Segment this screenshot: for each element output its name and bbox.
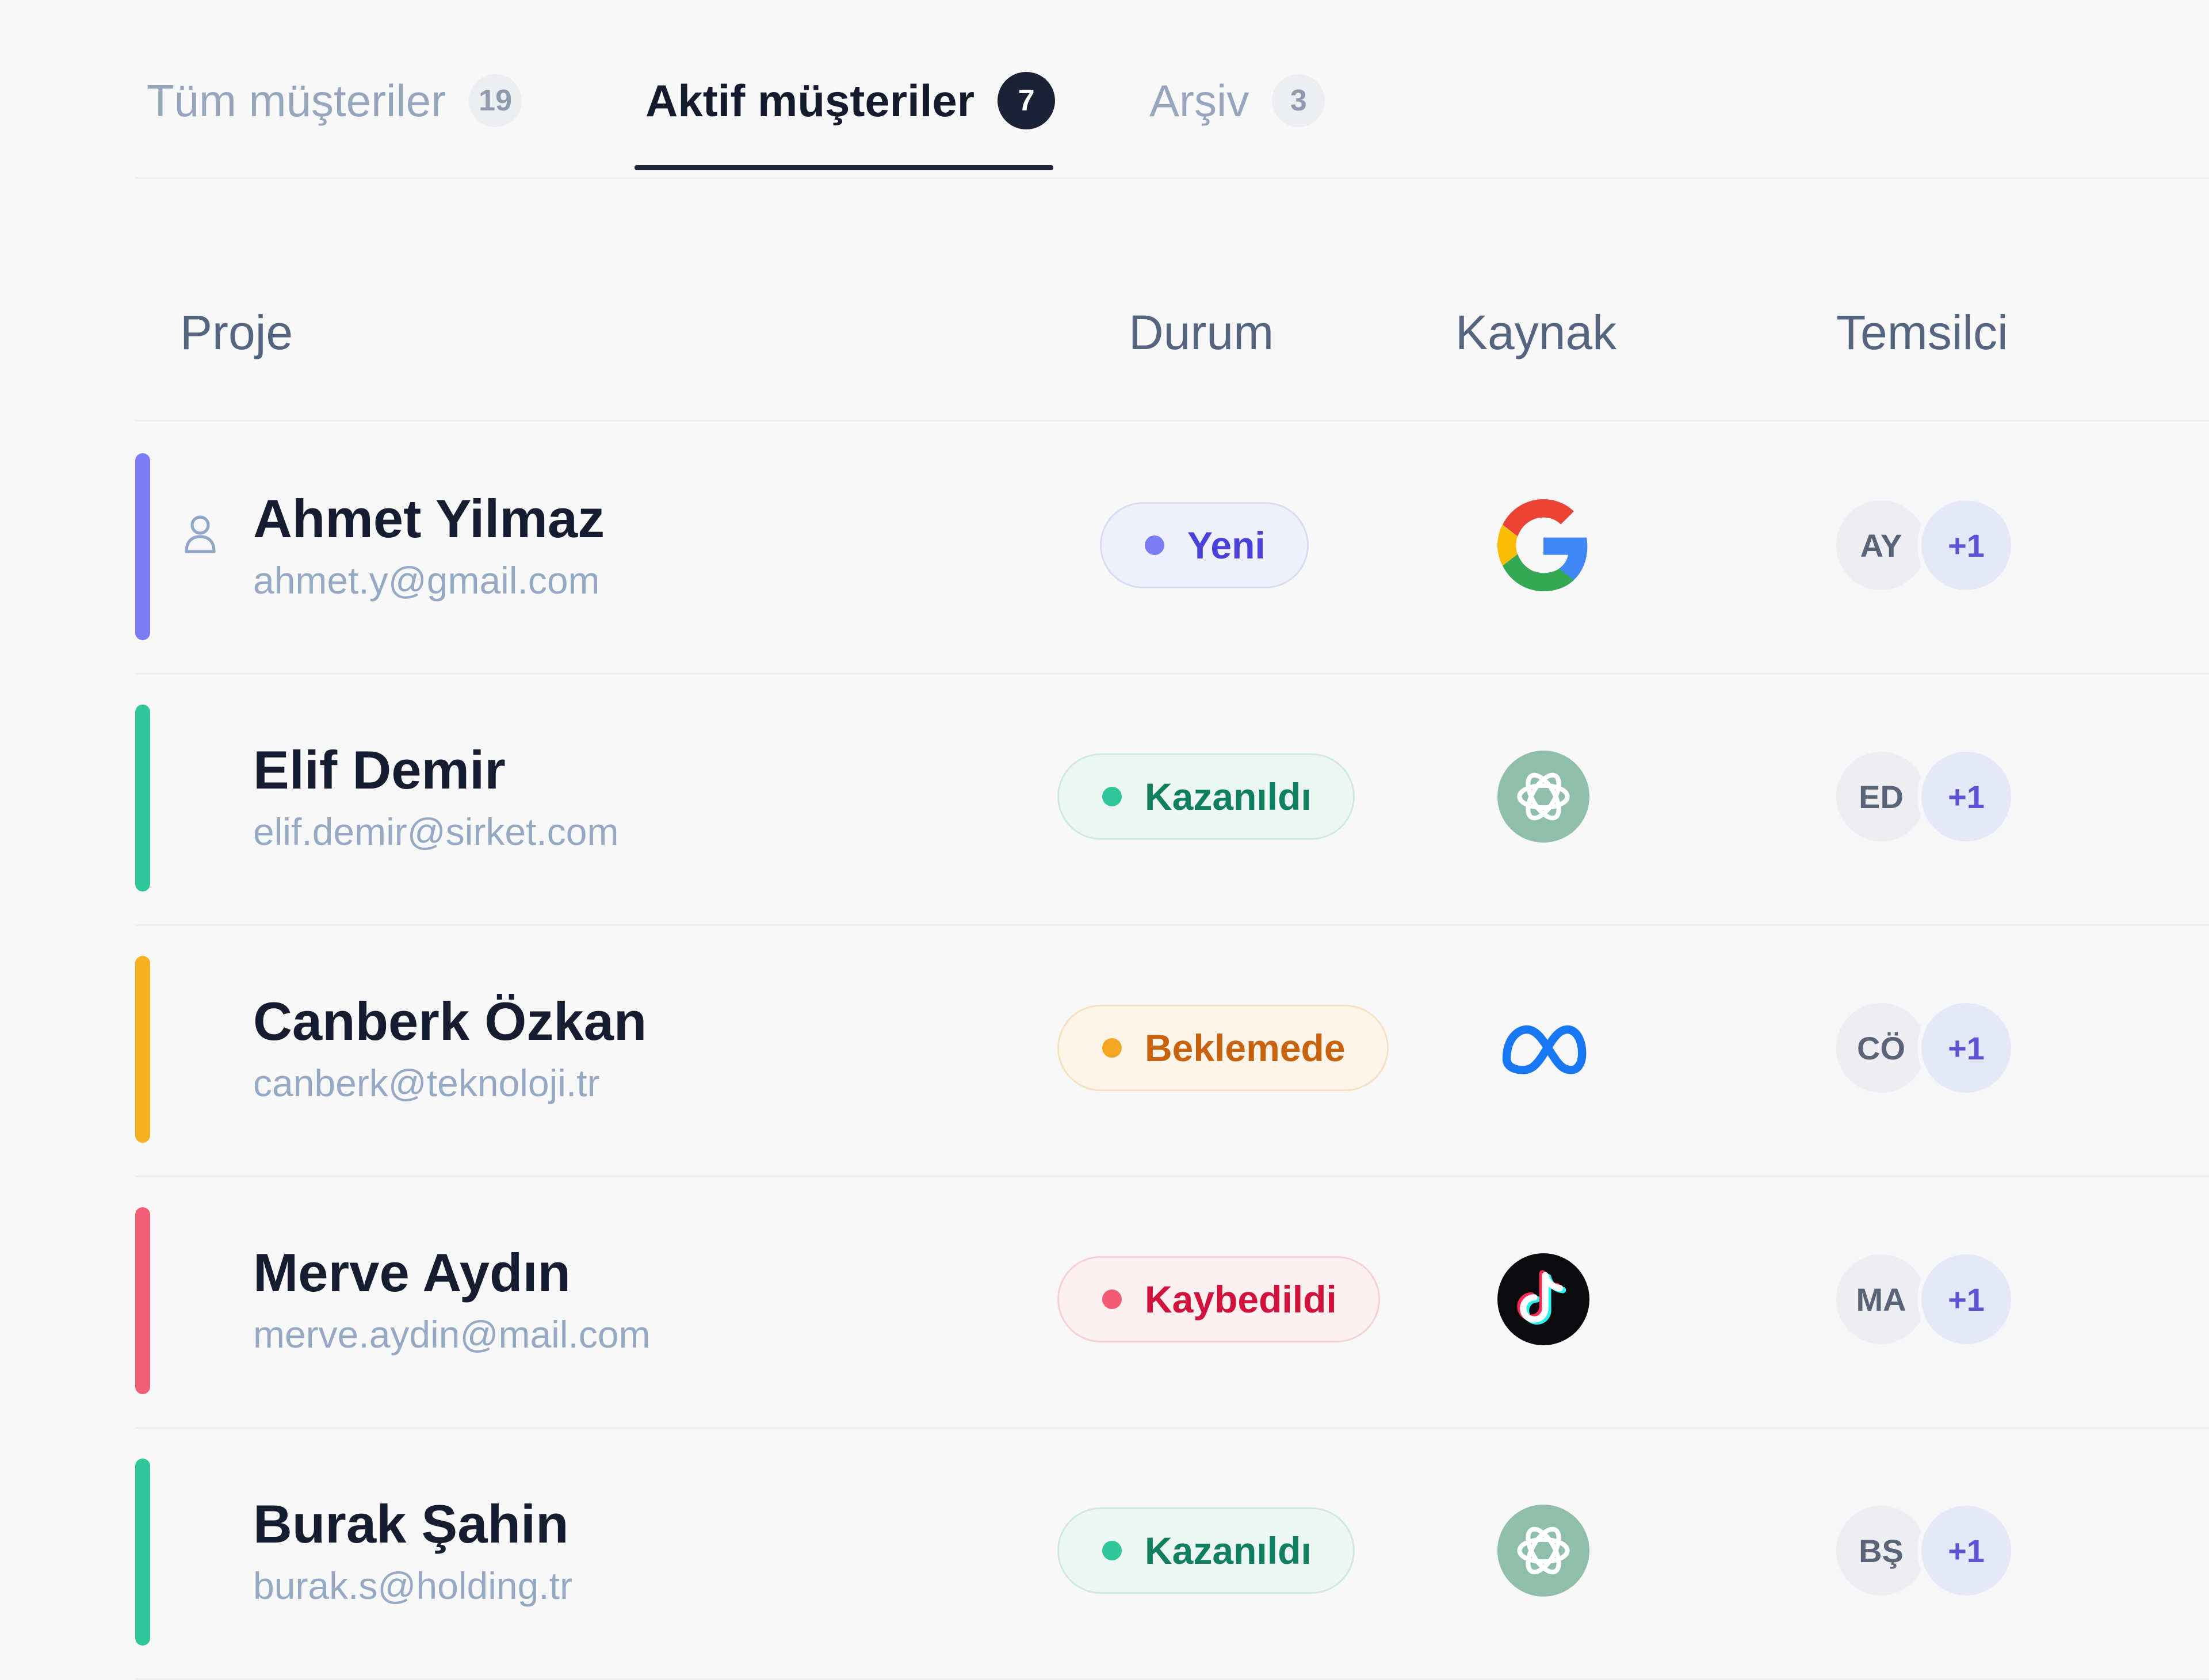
column-header-source[interactable]: Kaynak (1455, 305, 1616, 361)
tiktok-logo-icon (1497, 1253, 1589, 1345)
tab-label: Tüm müşteriler (147, 75, 446, 126)
tab-count-badge: 3 (1272, 74, 1325, 127)
status-badge[interactable]: Kazanıldı (1057, 1507, 1355, 1594)
status-dot (1102, 787, 1122, 806)
row-accent-bar (135, 956, 150, 1143)
avatar[interactable]: CÖ (1832, 999, 1930, 1097)
customer-email[interactable]: canberk@teknoloji.tr (253, 1061, 600, 1105)
customer-email[interactable]: ahmet.y@gmail.com (253, 558, 600, 602)
customer-name[interactable]: Ahmet Yilmaz (253, 488, 605, 550)
status-dot (1145, 535, 1164, 555)
table-row[interactable]: Canberk Özkan canberk@teknoloji.tr Bekle… (135, 924, 2209, 1177)
table-row[interactable]: Ahmet Yilmaz ahmet.y@gmail.com Yeni AY +… (135, 422, 2209, 675)
status-dot (1102, 1541, 1122, 1560)
tab-archive[interactable]: Arşiv 3 (1149, 69, 1325, 132)
representative-avatars: AY +1 (1832, 496, 2034, 594)
status-label: Kaybedildi (1145, 1278, 1337, 1321)
table-row[interactable]: Merve Aydın merve.aydin@mail.com Kaybedi… (135, 1176, 2209, 1429)
representative-avatars: BŞ +1 (1832, 1502, 2034, 1599)
tab-active-customers[interactable]: Aktif müşteriler 7 (645, 69, 1056, 132)
tab-all-customers[interactable]: Tüm müşteriler 19 (147, 69, 522, 132)
status-label: Beklemede (1145, 1027, 1346, 1069)
meta-logo-icon (1497, 1002, 1589, 1094)
status-badge[interactable]: Beklemede (1057, 1005, 1389, 1091)
avatar[interactable]: ED (1832, 748, 1930, 845)
column-header-project[interactable]: Proje (180, 305, 293, 361)
openai-logo-icon (1497, 1505, 1589, 1597)
row-accent-bar (135, 705, 150, 891)
representative-avatars: ED +1 (1832, 748, 2034, 845)
row-accent-bar (135, 1207, 150, 1394)
avatar[interactable]: MA (1832, 1250, 1930, 1348)
customer-name[interactable]: Elif Demir (253, 739, 506, 801)
column-header-status[interactable]: Durum (1129, 305, 1274, 361)
tab-count-badge: 19 (469, 74, 522, 127)
representative-avatars: CÖ +1 (1832, 999, 2034, 1097)
openai-logo-icon (1497, 751, 1589, 843)
representative-avatars: MA +1 (1832, 1250, 2034, 1348)
tab-count-badge: 7 (998, 72, 1056, 129)
row-accent-bar (135, 453, 150, 640)
status-badge[interactable]: Kaybedildi (1057, 1256, 1380, 1342)
more-avatars-badge[interactable]: +1 (1917, 748, 2015, 845)
user-icon[interactable] (184, 514, 216, 555)
status-badge[interactable]: Kazanıldı (1057, 753, 1355, 840)
customer-name[interactable]: Burak Şahin (253, 1493, 569, 1555)
customer-email[interactable]: burak.s@holding.tr (253, 1564, 572, 1608)
more-avatars-badge[interactable]: +1 (1917, 1502, 2015, 1599)
status-badge[interactable]: Yeni (1100, 502, 1309, 588)
row-accent-bar (135, 1459, 150, 1645)
status-dot (1102, 1038, 1122, 1058)
customer-email[interactable]: merve.aydin@mail.com (253, 1312, 651, 1356)
avatar[interactable]: AY (1832, 496, 1930, 594)
customer-name[interactable]: Canberk Özkan (253, 990, 647, 1053)
google-logo-icon (1497, 499, 1589, 591)
tab-label: Aktif müşteriler (645, 75, 975, 126)
more-avatars-badge[interactable]: +1 (1917, 496, 2015, 594)
status-label: Kazanıldı (1145, 775, 1312, 818)
column-header-rep[interactable]: Temsilci (1836, 305, 2008, 361)
status-label: Yeni (1187, 524, 1266, 567)
customer-name[interactable]: Merve Aydın (253, 1242, 571, 1304)
avatar[interactable]: BŞ (1832, 1502, 1930, 1599)
table-row[interactable]: Elif Demir elif.demir@sirket.com Kazanıl… (135, 673, 2209, 926)
table-row[interactable]: Burak Şahin burak.s@holding.tr Kazanıldı… (135, 1427, 2209, 1680)
tab-label: Arşiv (1149, 75, 1249, 126)
more-avatars-badge[interactable]: +1 (1917, 999, 2015, 1097)
table-header: Proje Durum Kaynak Temsilci (135, 230, 2209, 422)
customer-email[interactable]: elif.demir@sirket.com (253, 810, 618, 854)
status-dot (1102, 1289, 1122, 1309)
active-tab-indicator (635, 165, 1053, 170)
more-avatars-badge[interactable]: +1 (1917, 1250, 2015, 1348)
status-label: Kazanıldı (1145, 1529, 1312, 1572)
tab-bar: Tüm müşteriler 19 Aktif müşteriler 7 Arş… (135, 0, 2209, 179)
